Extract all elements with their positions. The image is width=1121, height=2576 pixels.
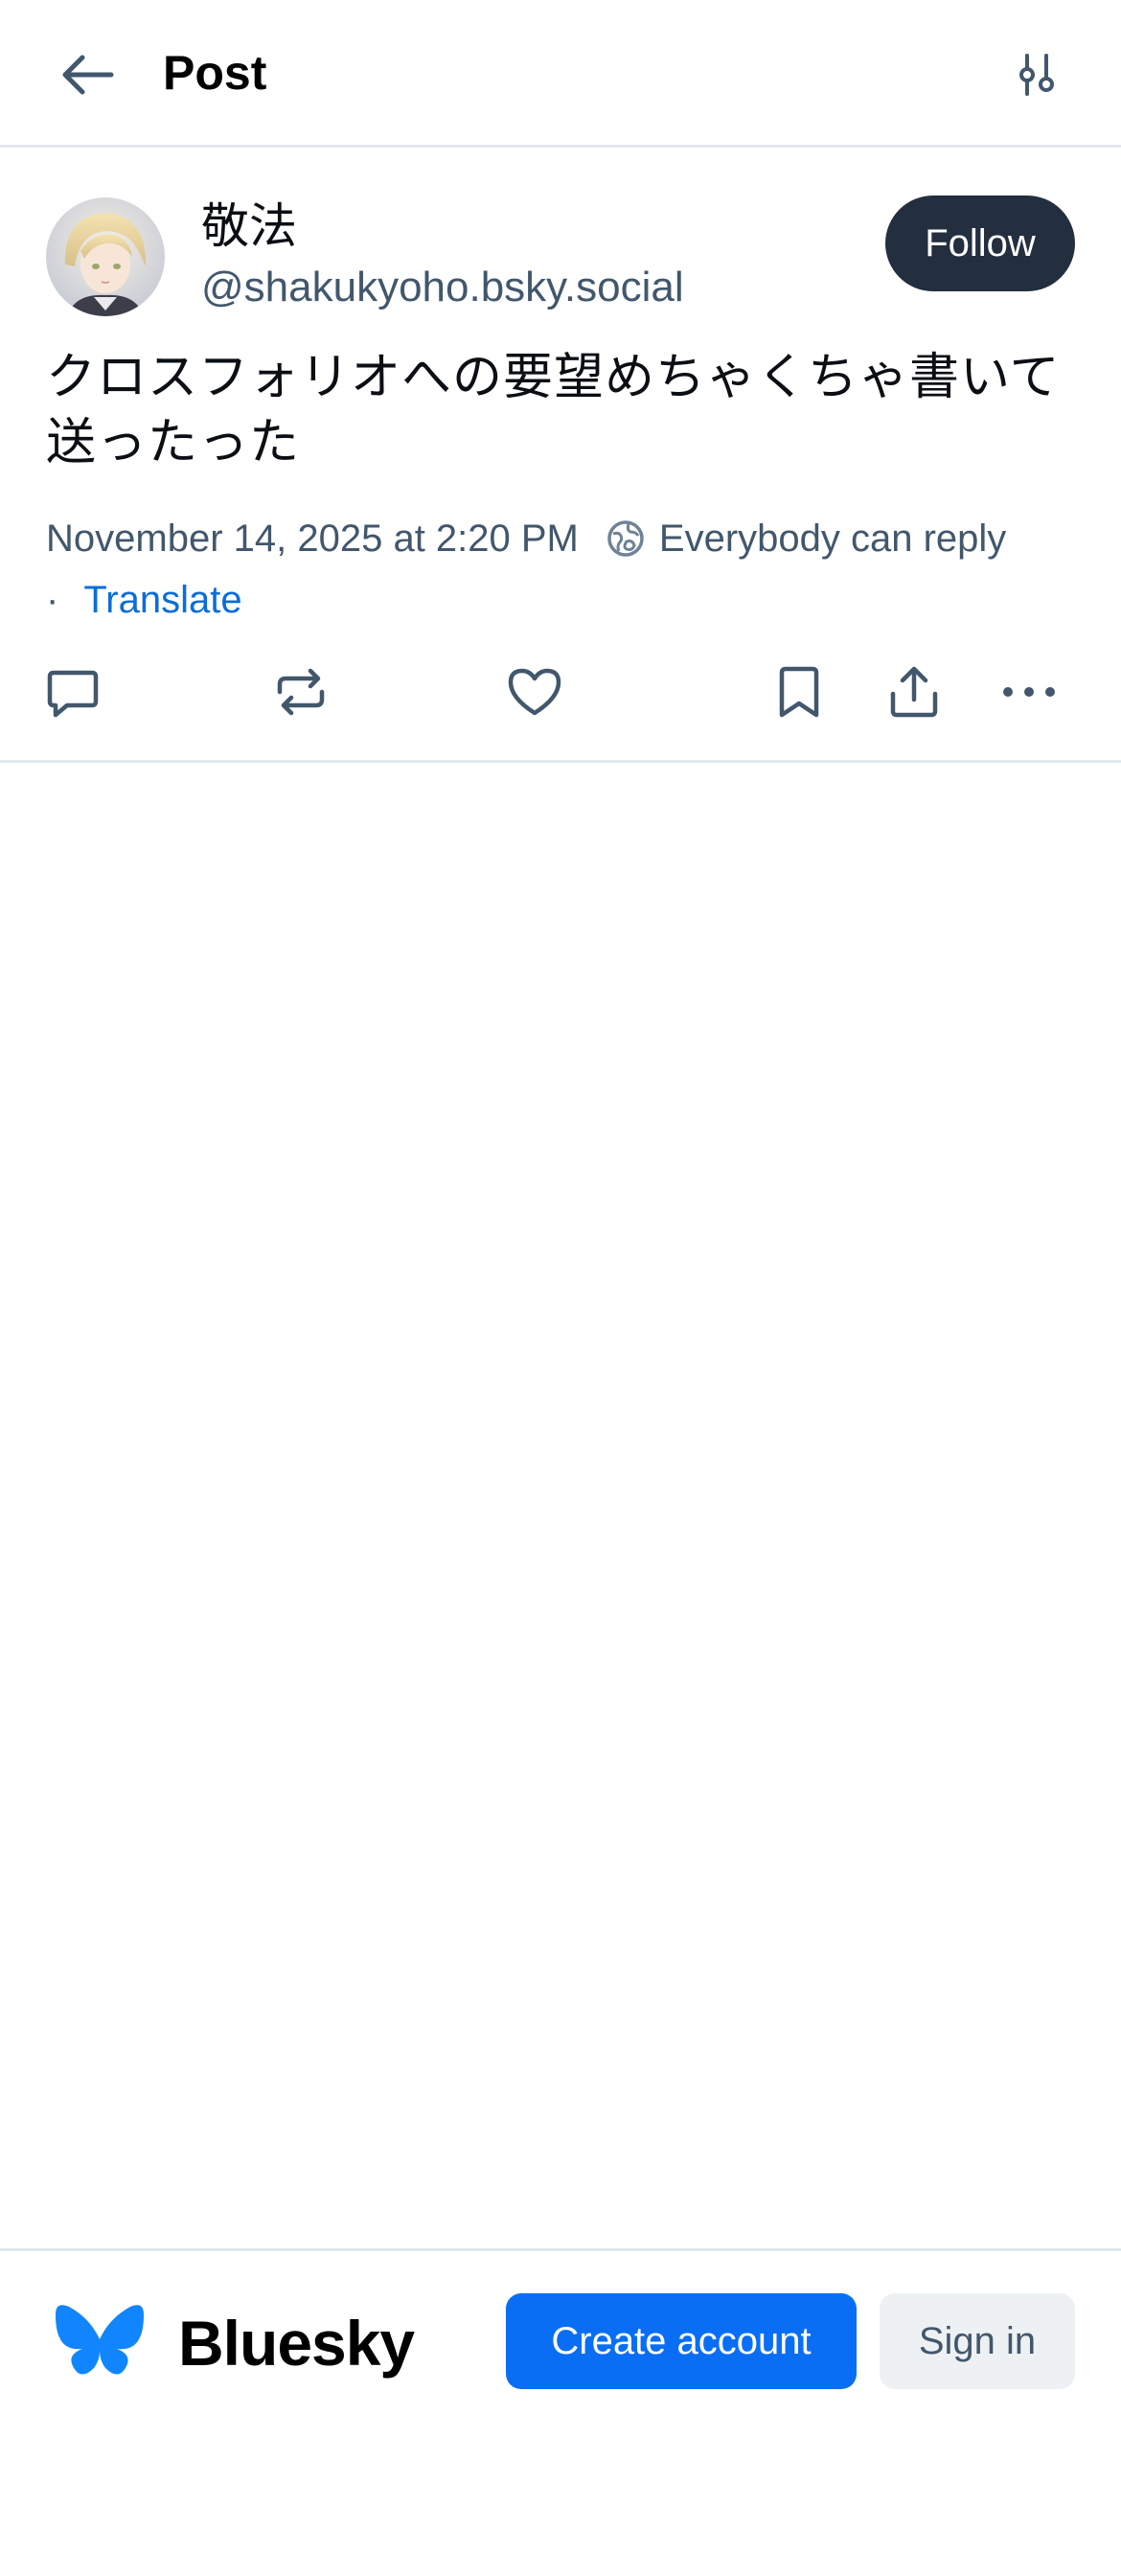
more-icon [1003, 687, 1055, 697]
back-button[interactable] [46, 38, 126, 111]
globe-icon [606, 518, 646, 559]
reply-button[interactable] [33, 646, 113, 738]
avatar-image [46, 197, 165, 316]
post-card: 敬法 @shakukyoho.bsky.social Follow クロスフォリ… [0, 148, 1121, 763]
brand[interactable]: Bluesky [52, 2297, 415, 2389]
post-page: Post 敬法 @shakukyoho.bsky.social Follow ク… [0, 0, 1121, 2576]
translate-row: · Translate [46, 571, 242, 629]
brand-name: Bluesky [178, 2308, 415, 2379]
more-options-button[interactable] [989, 646, 1069, 738]
author-handle[interactable]: @shakukyoho.bsky.social [201, 261, 684, 314]
avatar[interactable] [46, 197, 165, 316]
signup-bar: Bluesky Create account Sign in [0, 2248, 1121, 2576]
thread-settings-button[interactable] [998, 38, 1075, 111]
sign-in-button[interactable]: Sign in [880, 2293, 1075, 2389]
page-title: Post [163, 46, 267, 100]
meta-separator: · [46, 578, 59, 621]
post-timestamp: November 14, 2025 at 2:20 PM [46, 517, 579, 560]
share-icon [890, 666, 938, 718]
sliders-icon [1019, 54, 1054, 96]
follow-button[interactable]: Follow [885, 196, 1075, 291]
top-header: Post [0, 0, 1121, 148]
translate-link[interactable]: Translate [83, 579, 241, 622]
bookmark-icon [779, 666, 819, 718]
author-display-name[interactable]: 敬法 [201, 196, 297, 257]
reply-icon [47, 670, 99, 718]
like-button[interactable] [494, 646, 575, 738]
like-icon [508, 668, 561, 716]
reply-setting-label: Everybody can reply [658, 517, 1007, 560]
bookmark-button[interactable] [759, 646, 839, 738]
post-text: クロスフォリオへの要望めちゃくちゃ書いて送ったった [46, 350, 1061, 471]
repost-icon [277, 668, 325, 716]
repost-button[interactable] [261, 646, 341, 738]
post-meta: November 14, 2025 at 2:20 PM Everybody c… [46, 508, 1006, 569]
bluesky-butterfly-icon [56, 2305, 144, 2375]
post-actions [0, 646, 1121, 738]
create-account-button[interactable]: Create account [506, 2293, 857, 2389]
share-button[interactable] [874, 646, 954, 738]
reply-setting[interactable]: Everybody can reply [606, 518, 1006, 561]
arrow-left-icon [62, 55, 114, 95]
